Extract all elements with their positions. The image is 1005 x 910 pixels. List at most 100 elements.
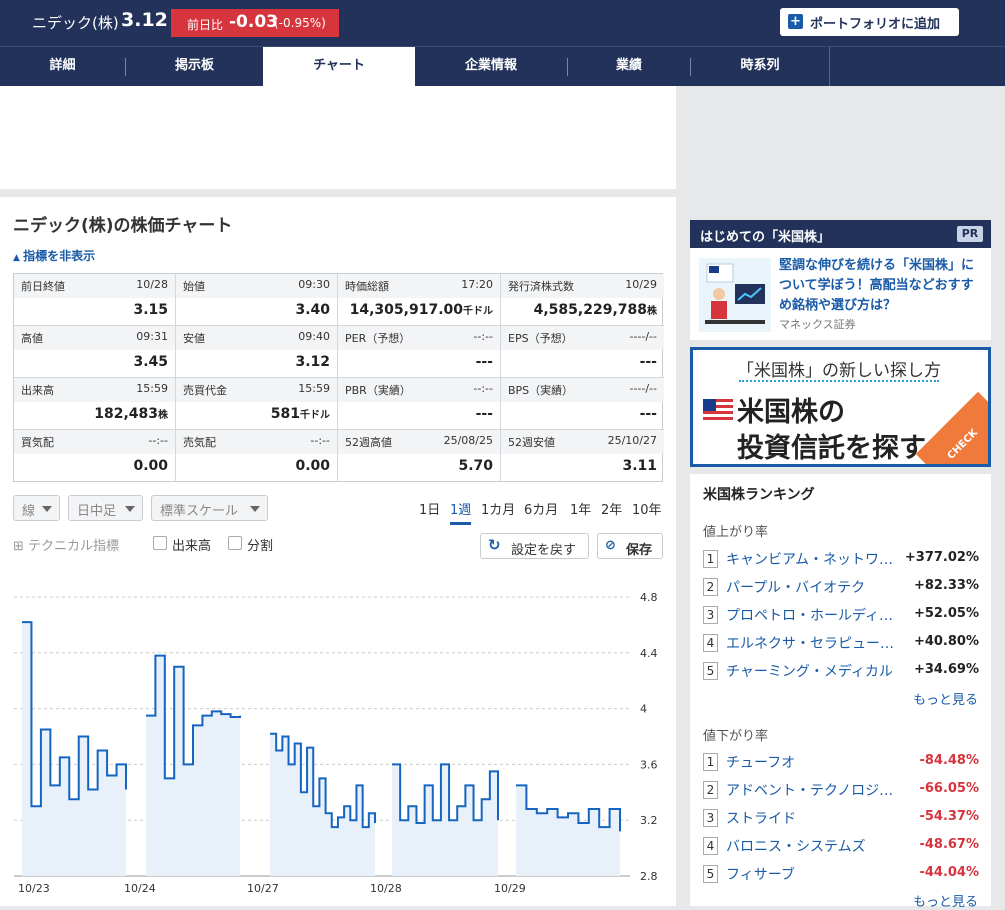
period-2y[interactable]: 2年 xyxy=(601,499,622,518)
page-title: ニデック(株)の株価チャート xyxy=(13,216,233,236)
stat-cell: BPS（実績） ----/-- --- xyxy=(501,378,664,430)
stat-number: --- xyxy=(475,406,493,422)
add-portfolio-button[interactable]: + ポートフォリオに追加 xyxy=(780,8,959,36)
stat-time: 09:40 xyxy=(298,330,330,343)
rank-name[interactable]: パープル・バイオテク xyxy=(726,577,902,597)
ranking-row[interactable]: 4 エルネクサ・セラピューティクス +40.80% xyxy=(703,631,979,657)
rank-percent: -48.67% xyxy=(919,837,979,852)
stat-label: 始値 xyxy=(183,280,205,293)
ranking-row[interactable]: 3 ストライド -54.37% xyxy=(703,806,979,832)
stat-time: 09:31 xyxy=(136,330,168,343)
tab-results[interactable]: 業績 xyxy=(568,47,690,86)
tab-timeseries[interactable]: 時系列 xyxy=(691,47,829,86)
rank-name[interactable]: チューフオ xyxy=(726,752,902,772)
technical-indicator-button[interactable]: ⊞ テクニカル指標 xyxy=(13,535,119,554)
rank-name[interactable]: キャンビアム・ネットワークス xyxy=(726,549,902,569)
chart-panel: ニデック(株)の株価チャート ▲ 指標を非表示 前日終値 10/28 3.15 始値 0… xyxy=(0,197,676,906)
technical-indicator-label: テクニカル指標 xyxy=(28,539,120,554)
sidebar-ad-text[interactable]: 堅調な伸びを続ける「米国株」について学ぼう！高配当などおすすめ銘柄や選び方は？ xyxy=(779,256,984,316)
change-value: -0.03 xyxy=(229,12,278,32)
stat-time: 17:20 xyxy=(461,278,493,291)
stat-label: 高値 xyxy=(21,332,43,345)
checkbox-icon xyxy=(153,536,167,550)
period-10y[interactable]: 10年 xyxy=(632,499,662,518)
ranking-row[interactable]: 5 フィサーブ -44.04% xyxy=(703,862,979,888)
ranking-row[interactable]: 1 チューフオ -84.48% xyxy=(703,750,979,776)
rank-name[interactable]: アドベント・テクノロジーズ xyxy=(726,780,902,800)
rank-name[interactable]: バロニス・システムズ xyxy=(726,836,902,856)
reset-settings-button[interactable]: ↻ 設定を戻す xyxy=(480,533,589,559)
change-badge: 前日比 -0.03 (-0.95%) xyxy=(171,9,339,37)
rank-number: 4 xyxy=(703,634,718,652)
chevron-down-icon xyxy=(250,506,260,512)
right-gutter xyxy=(676,86,1005,219)
add-portfolio-label: ポートフォリオに追加 xyxy=(810,17,941,32)
ranking-row[interactable]: 2 パープル・バイオテク +82.33% xyxy=(703,575,979,601)
period-1d[interactable]: 1日 xyxy=(419,499,440,518)
rank-name[interactable]: チャーミング・メディカル xyxy=(726,661,902,681)
rank-name[interactable]: プロペトロ・ホールディング xyxy=(726,605,902,625)
stat-number: 3.15 xyxy=(133,302,168,318)
stat-time: 10/28 xyxy=(136,278,168,291)
tab-chart[interactable]: チャート xyxy=(263,47,415,86)
tab-details[interactable]: 詳細 xyxy=(0,47,125,86)
stat-time: 25/08/25 xyxy=(443,434,493,447)
stat-number: 3.12 xyxy=(295,354,330,370)
stat-label: 買気配 xyxy=(21,436,54,449)
ranking-row[interactable]: 2 アドベント・テクノロジーズ -66.05% xyxy=(703,778,979,804)
ranking-row[interactable]: 1 キャンビアム・ネットワークス +377.02% xyxy=(703,547,979,573)
stat-label: 売買代金 xyxy=(183,384,227,397)
rank-number: 2 xyxy=(703,578,718,596)
rank-percent: +40.80% xyxy=(913,634,979,649)
period-6m[interactable]: 6カ月 xyxy=(524,499,558,518)
stat-cell: 売気配 --:-- 0.00 xyxy=(176,430,338,482)
fund-search-banner[interactable]: 「米国株」の新しい探し方 米国株の 投資信託を探す CHECK xyxy=(690,347,991,467)
stat-number: 3.45 xyxy=(133,354,168,370)
stat-cell: 時価総額 17:20 14,305,917.00千ドル xyxy=(338,274,501,326)
period-1m[interactable]: 1カ月 xyxy=(481,499,515,518)
stat-value: 182,483株 xyxy=(94,406,168,422)
stat-unit: 千ドル xyxy=(300,410,330,421)
series-area xyxy=(516,785,620,876)
rank-number: 5 xyxy=(703,865,718,883)
banner-subtitle: 「米国株」の新しい探し方 xyxy=(737,361,941,381)
rank-number: 1 xyxy=(703,550,718,568)
rank-name[interactable]: フィサーブ xyxy=(726,864,902,884)
stat-cell: 高値 09:31 3.45 xyxy=(14,326,176,378)
tab-board[interactable]: 掲示板 xyxy=(126,47,263,86)
reset-settings-label: 設定を戻す xyxy=(511,543,577,558)
stat-value: 0.00 xyxy=(295,458,330,474)
toggle-indicators-link[interactable]: ▲ 指標を非表示 xyxy=(13,247,95,264)
stat-label: 発行済株式数 xyxy=(508,280,574,293)
scale-value: 標準スケール xyxy=(160,504,239,519)
gainers-more-link[interactable]: もっと見る xyxy=(913,689,978,708)
stat-value: 0.00 xyxy=(133,458,168,474)
stat-cell: 52週安値 25/10/27 3.11 xyxy=(501,430,664,482)
ranking-row[interactable]: 5 チャーミング・メディカル +34.69% xyxy=(703,659,979,685)
rank-percent: +377.02% xyxy=(904,550,979,565)
ranking-row[interactable]: 3 プロペトロ・ホールディング +52.05% xyxy=(703,603,979,629)
line-type-select[interactable]: 線 xyxy=(13,495,60,521)
scale-select[interactable]: 標準スケール xyxy=(151,495,268,521)
stat-value: --- xyxy=(476,354,493,370)
interval-select[interactable]: 日中足 xyxy=(68,495,143,521)
period-1y[interactable]: 1年 xyxy=(570,499,591,518)
price-chart[interactable]: 4.8 4.4 4 3.6 3.2 2.8 10/23 10/24 10/27 10/28 10/2… xyxy=(0,587,676,906)
stat-cell: EPS（予想） ----/-- --- xyxy=(501,326,664,378)
rank-name[interactable]: ストライド xyxy=(726,808,902,828)
sidebar-ad-card[interactable]: はじめての「米国株」 PR 堅調な伸びを続ける「米国株」について学ぼう！高配当など… xyxy=(690,220,991,340)
rank-percent: -54.37% xyxy=(919,809,979,824)
stat-time: --:-- xyxy=(310,434,330,447)
rank-name[interactable]: エルネクサ・セラピューティクス xyxy=(726,633,902,653)
stat-time: --:-- xyxy=(473,382,493,395)
period-1w[interactable]: 1週 xyxy=(450,499,472,525)
save-button[interactable]: ⊘ 保存 xyxy=(597,533,663,559)
rank-number: 3 xyxy=(703,606,718,624)
tab-bar: 詳細 掲示板 チャート 企業情報 業績 時系列 xyxy=(0,46,1005,86)
sidebar-ad-title: はじめての「米国株」 xyxy=(700,230,831,245)
ranking-row[interactable]: 4 バロニス・システムズ -48.67% xyxy=(703,834,979,860)
tab-company[interactable]: 企業情報 xyxy=(415,47,567,86)
stat-number: --- xyxy=(475,354,493,370)
checkbox-icon xyxy=(228,536,242,550)
losers-more-link[interactable]: もっと見る xyxy=(913,891,978,910)
